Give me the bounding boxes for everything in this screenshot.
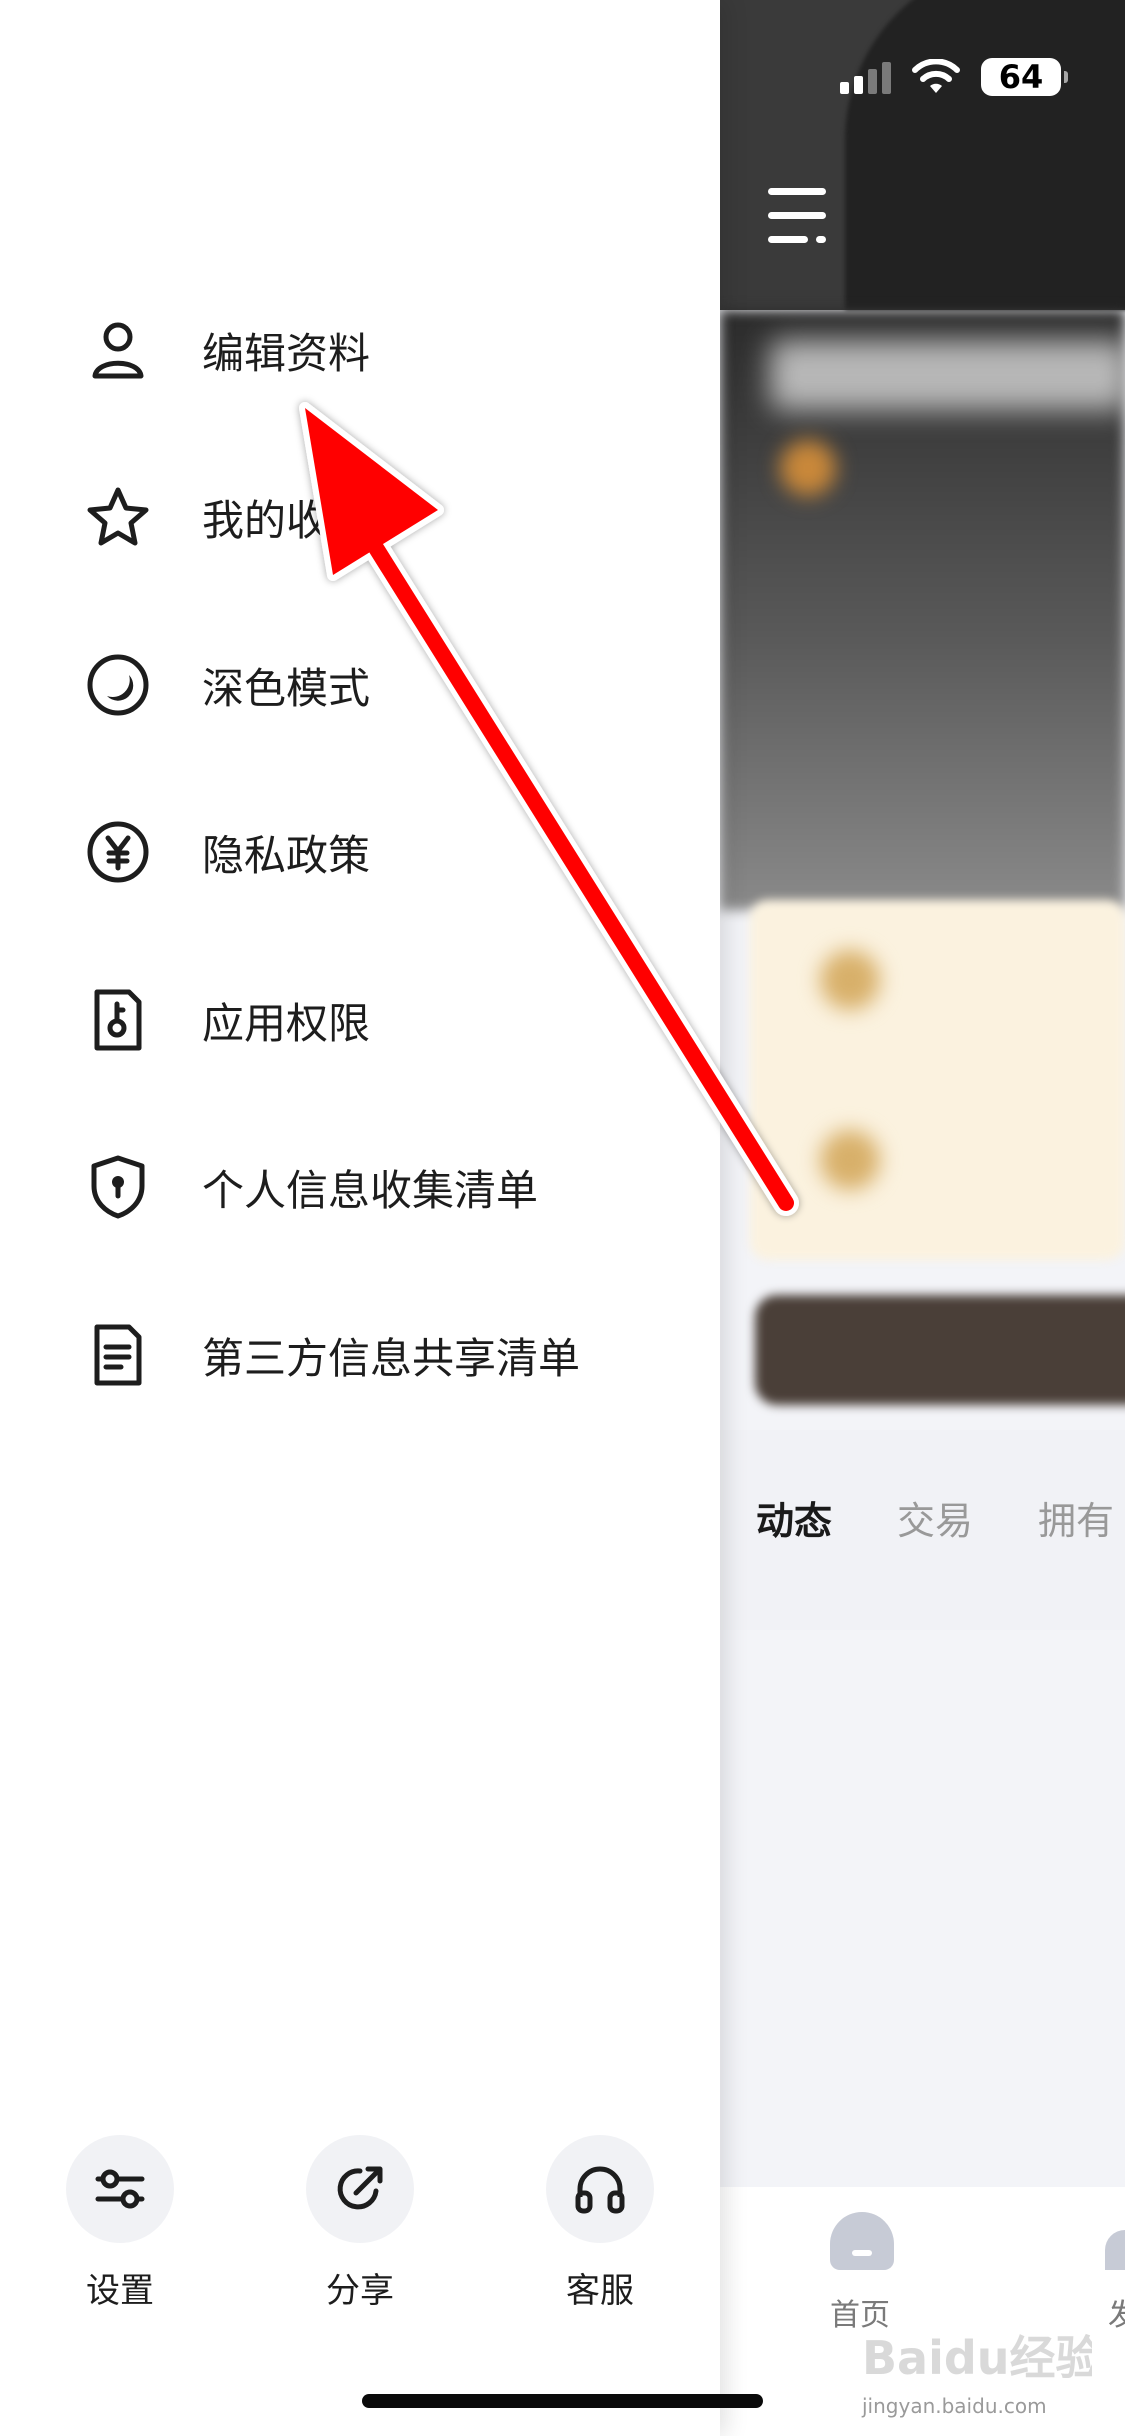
yen-icon bbox=[85, 819, 151, 885]
menu-item-privacy-policy[interactable]: 隐私政策 bbox=[0, 797, 720, 907]
menu-item-edit-profile[interactable]: 编辑资料 bbox=[0, 295, 720, 405]
profile-tabs: 动态 交易 拥有 bbox=[756, 1490, 1114, 1545]
menu-item-third-party-sharing-list[interactable]: 第三方信息共享清单 bbox=[0, 1300, 720, 1410]
settings-button[interactable]: 设置 bbox=[50, 2135, 190, 2312]
profile-blurred-coin bbox=[820, 1130, 880, 1190]
headphones-icon bbox=[546, 2135, 654, 2243]
nav-second-label[interactable]: 发 bbox=[1108, 2290, 1125, 2334]
menu-label: 应用权限 bbox=[202, 998, 371, 1048]
side-drawer: 编辑资料 我的收 深色模式 隐私政策 应用权限 个人信息收集清单 第三方信息共享… bbox=[0, 0, 720, 2436]
share-label: 分享 bbox=[326, 2271, 394, 2311]
customer-service-button[interactable]: 客服 bbox=[530, 2135, 670, 2312]
sliders-icon bbox=[66, 2135, 174, 2243]
menu-label: 深色模式 bbox=[202, 663, 371, 713]
menu-label: 个人信息收集清单 bbox=[202, 1165, 539, 1215]
moon-icon bbox=[85, 652, 151, 718]
star-icon bbox=[85, 484, 151, 550]
menu-item-favorites[interactable]: 我的收 bbox=[0, 462, 720, 572]
profile-blurred-avatar bbox=[780, 440, 836, 496]
menu-label: 第三方信息共享清单 bbox=[202, 1333, 581, 1383]
drawer-bottom-actions: 设置 分享 客服 bbox=[0, 2135, 720, 2311]
menu-label: 编辑资料 bbox=[202, 328, 371, 378]
menu-icon[interactable] bbox=[768, 188, 826, 244]
customer-service-label: 客服 bbox=[566, 2271, 634, 2311]
status-bar: 64 bbox=[840, 58, 1068, 96]
profile-blurred-banner bbox=[755, 1295, 1125, 1405]
tab-owned[interactable]: 拥有 bbox=[1038, 1490, 1114, 1545]
share-icon bbox=[306, 2135, 414, 2243]
wifi-icon bbox=[912, 59, 960, 93]
user-icon bbox=[85, 317, 151, 383]
cellular-signal-icon bbox=[840, 60, 891, 94]
profile-page: 动态 交易 拥有 首页 发 bbox=[720, 0, 1125, 2436]
profile-cover-image bbox=[845, 0, 1125, 310]
menu-item-app-permissions[interactable]: 应用权限 bbox=[0, 965, 720, 1075]
battery-indicator: 64 bbox=[981, 58, 1068, 96]
profile-blurred-coin bbox=[820, 950, 880, 1010]
menu-label: 隐私政策 bbox=[202, 830, 371, 880]
profile-blurred-name bbox=[770, 340, 1125, 410]
menu-item-personal-info-list[interactable]: 个人信息收集清单 bbox=[0, 1132, 720, 1242]
watermark-url: jingyan.baidu.com bbox=[862, 2394, 1047, 2418]
home-indicator[interactable] bbox=[362, 2394, 763, 2408]
home-icon[interactable] bbox=[830, 2212, 894, 2270]
key-doc-icon bbox=[85, 987, 151, 1053]
settings-label: 设置 bbox=[86, 2271, 154, 2311]
shield-icon bbox=[85, 1154, 151, 1220]
svg-text:Baidu经验: Baidu经验 bbox=[862, 2331, 1092, 2385]
tab-trade[interactable]: 交易 bbox=[897, 1490, 973, 1545]
tab-dynamic[interactable]: 动态 bbox=[756, 1490, 832, 1545]
profile-blurred-card bbox=[750, 900, 1125, 1260]
share-button[interactable]: 分享 bbox=[290, 2135, 430, 2312]
document-icon bbox=[85, 1322, 151, 1388]
menu-label: 我的收 bbox=[202, 495, 329, 545]
menu-item-dark-mode[interactable]: 深色模式 bbox=[0, 630, 720, 740]
